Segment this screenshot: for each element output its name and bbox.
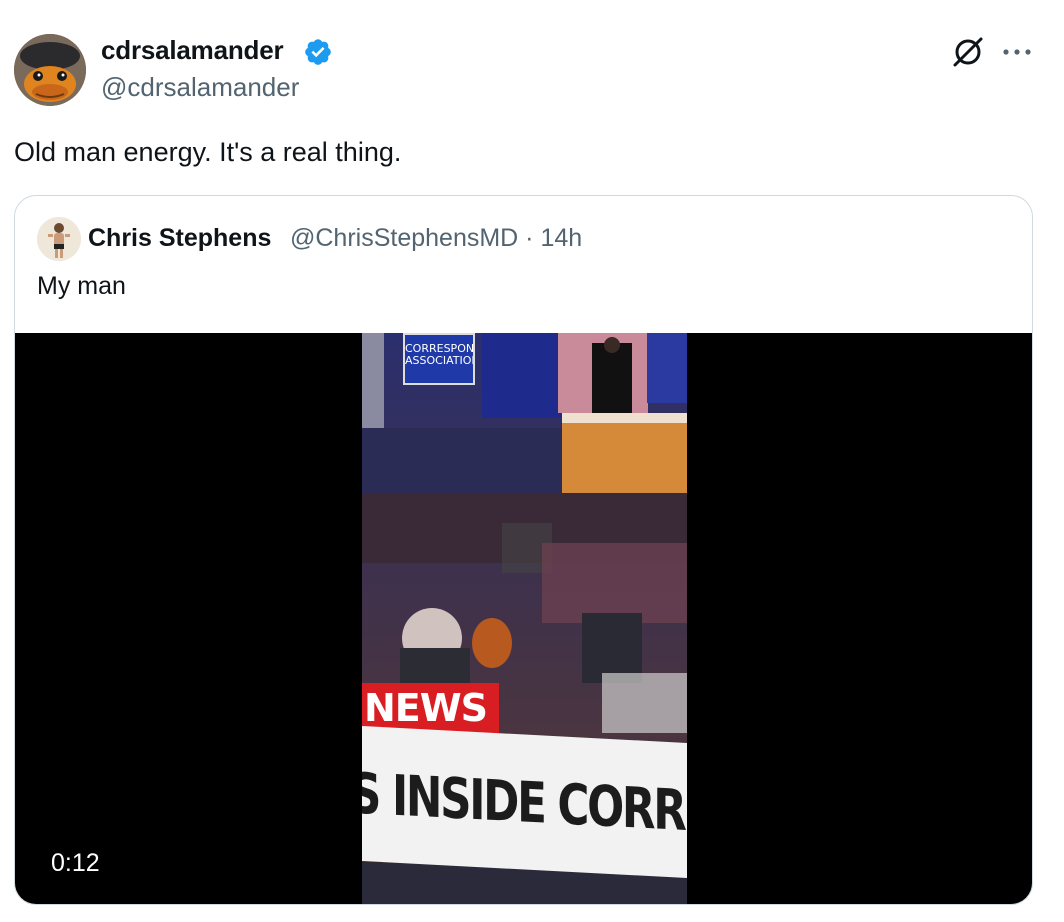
association-sign: CORRESPONDENTS' ASSOCIATION	[403, 333, 475, 385]
more-options-icon[interactable]	[1000, 40, 1034, 64]
chyron-text: S INSIDE CORRESPON	[362, 761, 687, 853]
verified-badge-icon	[305, 39, 331, 65]
tweet-text: Old man energy. It's a real thing.	[14, 137, 402, 167]
quoted-author-name[interactable]: Chris Stephens	[88, 222, 271, 254]
quoted-author-avatar[interactable]	[37, 217, 81, 261]
author-handle[interactable]: @cdrsalamander	[101, 71, 299, 103]
quoted-author-handle-time[interactable]: @ChrisStephensMD · 14h	[290, 222, 582, 254]
video-player[interactable]: CORRESPONDENTS' ASSOCIATION NEWS S INSID…	[15, 333, 1032, 904]
author-name[interactable]: cdrsalamander	[101, 34, 284, 66]
grok-icon[interactable]	[951, 35, 985, 69]
quoted-tweet-text: My man	[37, 272, 126, 300]
quoted-tweet[interactable]: Chris Stephens @ChrisStephensMD · 14h My…	[14, 195, 1033, 905]
author-avatar[interactable]	[14, 34, 86, 106]
tweet[interactable]: cdrsalamander @cdrsalamander Old man ene…	[0, 0, 1064, 922]
video-frame[interactable]: CORRESPONDENTS' ASSOCIATION NEWS S INSID…	[362, 333, 687, 904]
news-chyron: S INSIDE CORRESPON	[362, 726, 687, 879]
video-timestamp: 0:12	[51, 849, 100, 877]
news-tag: NEWS	[362, 683, 499, 733]
